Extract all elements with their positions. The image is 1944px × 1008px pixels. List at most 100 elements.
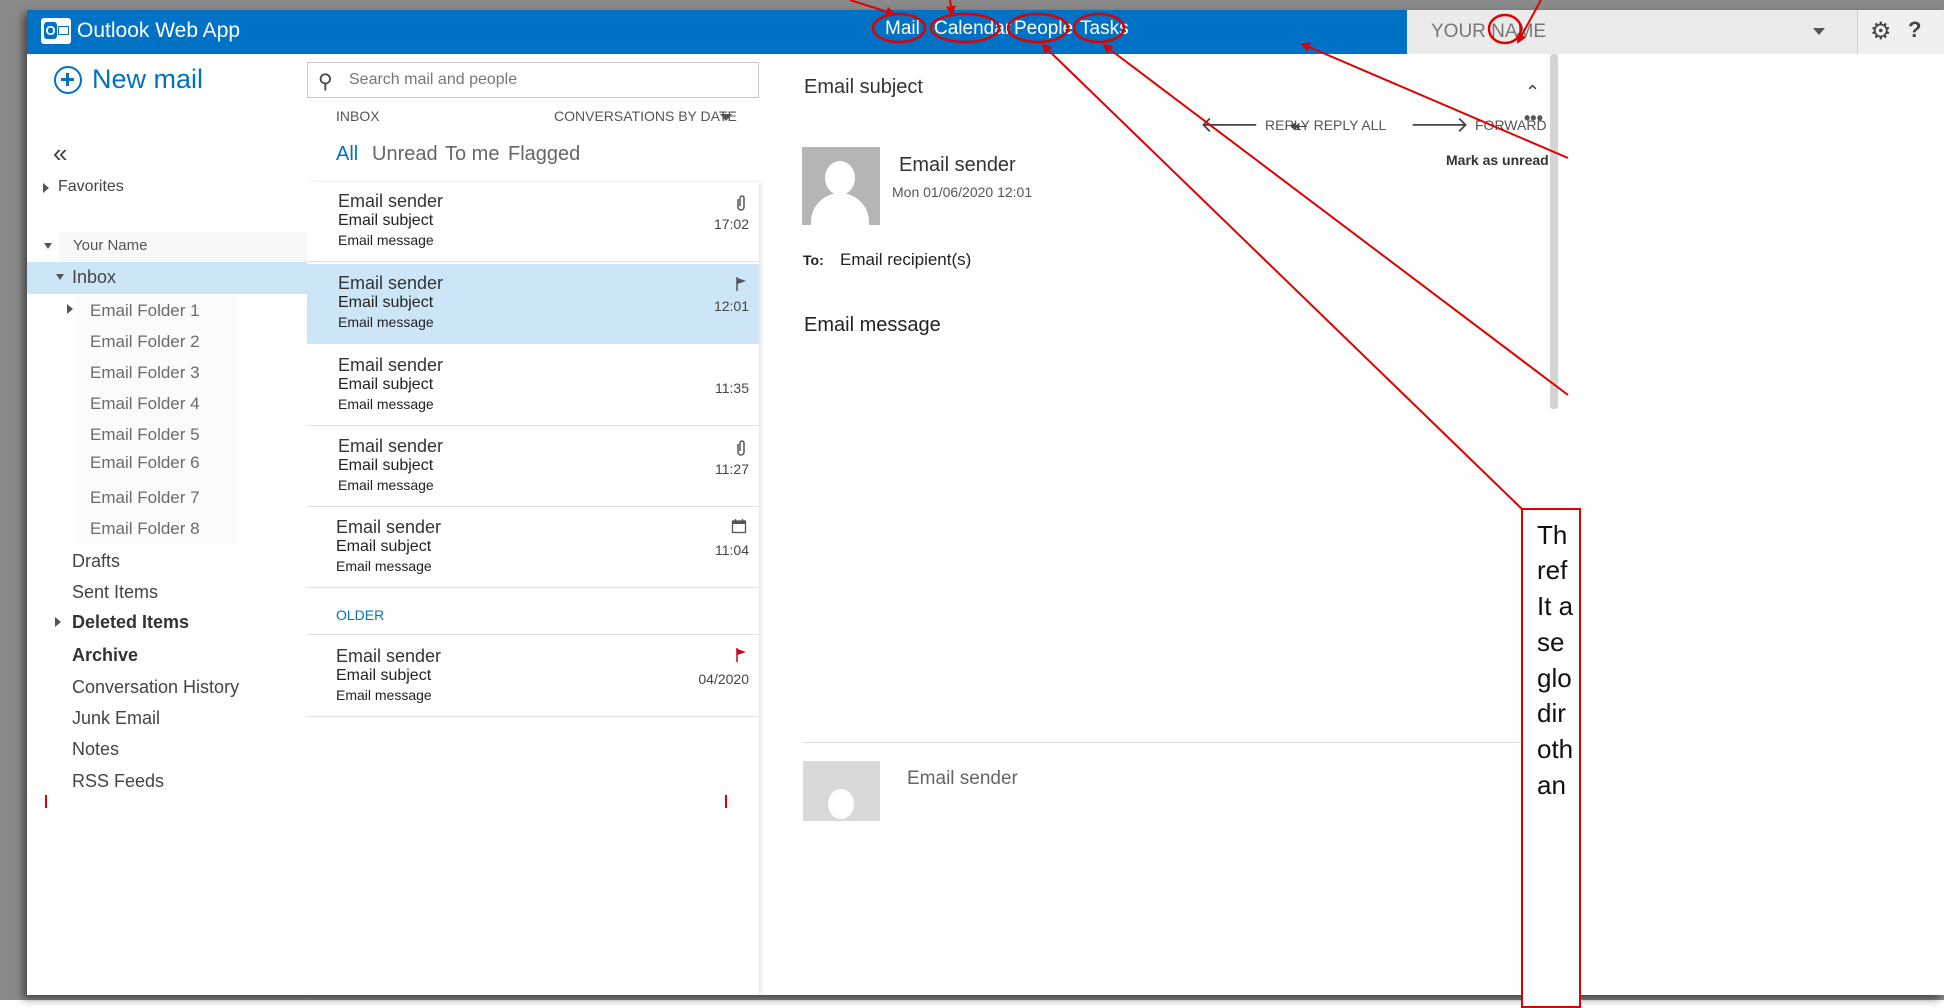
sidebar-item-junk[interactable]: Junk Email bbox=[72, 708, 160, 729]
new-mail-label: New mail bbox=[92, 64, 204, 94]
filter-to-me[interactable]: To me bbox=[445, 143, 499, 166]
app-title: Outlook Web App bbox=[77, 19, 241, 42]
outlook-window: O Outlook Web App Mail Calendar People T… bbox=[27, 10, 1944, 995]
message-time: 12:01 bbox=[713, 298, 749, 314]
reading-subject: Email subject bbox=[804, 76, 923, 98]
nav-mail[interactable]: Mail bbox=[885, 18, 920, 40]
flag-icon[interactable] bbox=[735, 276, 747, 297]
message-sender: Email sender bbox=[336, 517, 442, 537]
sidebar-item-folder[interactable]: Email Folder 5 bbox=[90, 425, 200, 445]
nav-tasks[interactable]: Tasks bbox=[1080, 18, 1129, 40]
calendar-icon bbox=[731, 518, 747, 539]
collapse-triangle-icon[interactable] bbox=[56, 274, 64, 280]
message-preview: Email message bbox=[338, 314, 434, 330]
favorites-header[interactable]: Favorites bbox=[58, 178, 124, 196]
sidebar-item-folder[interactable]: Email Folder 4 bbox=[90, 394, 200, 414]
reply-arrow-icon: 🡐 bbox=[1200, 112, 1259, 137]
callout-line: It a bbox=[1537, 591, 1574, 621]
gear-icon[interactable]: ⚙ bbox=[1870, 17, 1892, 46]
reply-all-button[interactable]: ⯬ REPLY ALL bbox=[1290, 112, 1386, 138]
mark-as-unread-link[interactable]: Mark as unread bbox=[1446, 152, 1549, 168]
sidebar-item-folder[interactable]: Email Folder 1 bbox=[90, 301, 200, 321]
list-item[interactable]: Email sender Email subject Email message… bbox=[307, 637, 759, 717]
message-sender: Email sender bbox=[336, 646, 442, 666]
message-subject: Email subject bbox=[338, 212, 434, 229]
help-icon[interactable]: ? bbox=[1908, 17, 1921, 43]
filter-all[interactable]: All bbox=[336, 143, 358, 166]
message-time: 17:02 bbox=[713, 216, 749, 232]
group-header-older: OLDER bbox=[336, 607, 385, 623]
sidebar-item-conversation-history[interactable]: Conversation History bbox=[72, 677, 239, 698]
list-item[interactable]: Email sender Email subject Email message… bbox=[307, 182, 759, 262]
message-preview: Email message bbox=[338, 396, 434, 412]
message-subject: Email subject bbox=[336, 538, 432, 555]
more-actions-icon[interactable]: ••• bbox=[1524, 108, 1543, 129]
message-preview: Email message bbox=[336, 687, 432, 703]
message-subject: Email subject bbox=[338, 376, 434, 393]
message-sender: Email sender bbox=[338, 436, 444, 456]
plus-circle-icon bbox=[54, 65, 82, 94]
nav-calendar[interactable]: Calendar bbox=[934, 18, 1011, 40]
search-icon: ⚲ bbox=[318, 71, 333, 93]
message-time: 11:35 bbox=[715, 380, 749, 396]
sidebar-item-rss[interactable]: RSS Feeds bbox=[72, 771, 164, 792]
message-preview: Email message bbox=[338, 232, 434, 248]
search-input[interactable]: Search mail and people bbox=[349, 71, 517, 89]
sidebar-item-inbox[interactable]: Inbox bbox=[72, 267, 116, 288]
sort-dropdown[interactable]: CONVERSATIONS BY DATE bbox=[554, 108, 737, 124]
flag-red-icon[interactable] bbox=[735, 647, 747, 668]
collapse-triangle-icon[interactable] bbox=[44, 243, 52, 249]
message-time: 04/2020 bbox=[698, 671, 749, 687]
callout-line: an bbox=[1537, 770, 1566, 800]
user-menu[interactable]: YOUR NAME bbox=[1407, 10, 1857, 54]
callout-line: se bbox=[1537, 627, 1565, 657]
sidebar-item-drafts[interactable]: Drafts bbox=[72, 551, 120, 572]
account-name[interactable]: Your Name bbox=[73, 237, 148, 254]
list-item[interactable]: Email sender Email subject Email message… bbox=[307, 346, 759, 426]
message-subject: Email subject bbox=[336, 667, 432, 684]
sidebar-item-folder[interactable]: Email Folder 7 bbox=[90, 488, 200, 508]
filter-unread[interactable]: Unread bbox=[372, 143, 438, 166]
forward-arrow-icon: 🡒 bbox=[1410, 112, 1469, 137]
avatar bbox=[802, 147, 880, 225]
recipients[interactable]: Email recipient(s) bbox=[840, 250, 971, 270]
list-item-selected[interactable]: Email sender Email subject Email message… bbox=[307, 264, 759, 344]
expand-triangle-icon[interactable] bbox=[55, 617, 61, 627]
new-mail-button[interactable]: New mail bbox=[54, 64, 203, 95]
list-item[interactable]: Email sender Email subject Email message… bbox=[307, 508, 759, 588]
message-sender: Email sender bbox=[338, 191, 444, 211]
collapse-pane-icon[interactable]: « bbox=[53, 138, 67, 169]
divider bbox=[803, 742, 1563, 743]
reading-sender[interactable]: Email sender bbox=[899, 154, 1016, 177]
sidebar-item-archive[interactable]: Archive bbox=[72, 645, 138, 666]
nav-people[interactable]: People bbox=[1014, 18, 1073, 40]
sidebar-item-folder[interactable]: Email Folder 2 bbox=[90, 332, 200, 352]
paperclip-icon bbox=[735, 194, 747, 217]
reply-all-label: REPLY ALL bbox=[1313, 117, 1387, 133]
sidebar-item-deleted[interactable]: Deleted Items bbox=[72, 612, 189, 633]
expand-triangle-icon[interactable] bbox=[67, 304, 73, 314]
search-box[interactable]: ⚲ Search mail and people bbox=[307, 62, 759, 98]
sidebar-item-folder[interactable]: Email Folder 6 bbox=[90, 453, 200, 473]
collapse-up-icon[interactable]: ⌃ bbox=[1525, 82, 1540, 103]
message-preview: Email message bbox=[338, 477, 434, 493]
reading-scrollbar[interactable] bbox=[1550, 54, 1558, 409]
chevron-down-icon[interactable] bbox=[720, 114, 732, 121]
callout-line: glo bbox=[1537, 663, 1572, 693]
sidebar-item-folder[interactable]: Email Folder 3 bbox=[90, 363, 200, 383]
sidebar-item-sent[interactable]: Sent Items bbox=[72, 582, 158, 603]
settings-area: ⚙ ? bbox=[1857, 10, 1944, 54]
list-item[interactable]: Email sender Email subject Email message… bbox=[307, 427, 759, 507]
sidebar-item-folder[interactable]: Email Folder 8 bbox=[90, 519, 200, 539]
message-subject: Email subject bbox=[338, 294, 434, 311]
sidebar-item-inbox-selected[interactable] bbox=[27, 262, 307, 294]
avatar bbox=[803, 761, 880, 821]
thread-sender[interactable]: Email sender bbox=[907, 768, 1018, 790]
sidebar-item-notes[interactable]: Notes bbox=[72, 739, 119, 760]
filter-flagged[interactable]: Flagged bbox=[508, 143, 580, 166]
message-time: 11:04 bbox=[715, 542, 749, 558]
app-logo[interactable]: O Outlook Web App bbox=[41, 18, 240, 44]
chevron-down-icon bbox=[1813, 28, 1825, 35]
expand-triangle-icon[interactable] bbox=[43, 183, 49, 193]
reading-body: Email message bbox=[804, 314, 941, 336]
